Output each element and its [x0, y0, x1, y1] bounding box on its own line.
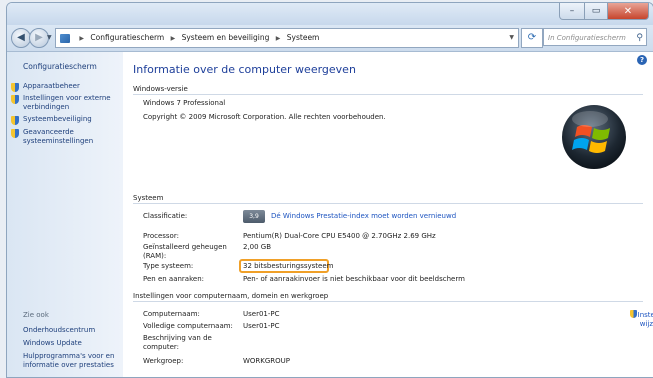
chevron-right-icon[interactable]: ▶ [276, 35, 281, 42]
sidebar-item-device-manager[interactable]: Apparaatbeheer [11, 82, 119, 92]
sidebar-link-performance-tools[interactable]: Hulpprogramma's voor en informatie over … [23, 352, 119, 370]
window-controls: – ▭ ✕ [559, 3, 649, 20]
shield-icon [11, 83, 19, 92]
pen-touch-label: Pen en aanraken: [143, 275, 204, 283]
breadcrumb-control-panel[interactable]: Configuratiescherm [90, 33, 164, 42]
refresh-button[interactable]: ⟳ [521, 28, 543, 48]
breadcrumb-system-security[interactable]: Systeem en beveiliging [182, 33, 270, 42]
edition-heading: Windows-versie [133, 85, 188, 93]
close-button[interactable]: ✕ [608, 3, 649, 20]
chevron-right-icon[interactable]: ▶ [79, 35, 84, 42]
computer-divider [133, 301, 643, 302]
system-window: – ▭ ✕ ◀ ▶ ▼ ▶ Configuratiescherm ▶ Syste… [6, 2, 653, 378]
help-icon[interactable]: ? [637, 55, 647, 65]
change-settings-label: Instellingen wijzigen [637, 311, 653, 328]
copyright-text: Copyright © 2009 Microsoft Corporation. … [143, 113, 386, 121]
change-settings-link[interactable]: Instellingen wijzigen [619, 310, 653, 329]
sidebar: Configuratiescherm Apparaatbeheer Instel… [7, 52, 123, 377]
sidebar-home-link[interactable]: Configuratiescherm [23, 62, 97, 71]
search-input[interactable]: In Configuratiescherm zoeken ⚲ [543, 28, 647, 60]
processor-label: Processor: [143, 232, 179, 240]
forward-button[interactable]: ▶ [29, 28, 49, 48]
sidebar-link-windows-update[interactable]: Windows Update [23, 339, 119, 348]
edition-name: Windows 7 Professional [143, 99, 226, 107]
shield-icon [11, 116, 19, 125]
processor-value: Pentium(R) Dual-Core CPU E5400 @ 2.70GHz… [243, 232, 436, 240]
performance-index-link[interactable]: Dé Windows Prestatie-index moet worden v… [271, 212, 456, 220]
memory-label: Geïnstalleerd geheugen (RAM): [143, 243, 227, 260]
pen-touch-value: Pen- of aanraakinvoer is niet beschikbaa… [243, 275, 465, 283]
shield-icon [11, 95, 19, 104]
main-content: ? Informatie over de computer weergeven … [123, 52, 653, 377]
system-type-label: Type systeem: [143, 262, 194, 270]
sidebar-item-label: Geavanceerde systeeminstellingen [23, 128, 94, 145]
sidebar-link-action-center[interactable]: Onderhoudscentrum [23, 326, 119, 335]
shield-icon [629, 310, 637, 318]
rating-label: Classificatie: [143, 212, 188, 220]
edition-divider [133, 94, 643, 95]
workgroup-label: Werkgroep: [143, 357, 184, 365]
shield-icon [11, 129, 19, 138]
chevron-right-icon[interactable]: ▶ [171, 35, 176, 42]
page-title: Informatie over de computer weergeven [133, 63, 356, 76]
full-computer-name-value: User01-PC [243, 322, 280, 330]
sidebar-item-remote-settings[interactable]: Instellingen voor externe verbindingen [11, 94, 119, 112]
maximize-button[interactable]: ▭ [585, 3, 608, 20]
address-dropdown-icon[interactable]: ▼ [509, 29, 514, 47]
sidebar-item-label: Instellingen voor externe verbindingen [23, 94, 111, 111]
sidebar-item-advanced-settings[interactable]: Geavanceerde systeeminstellingen [11, 128, 119, 146]
computer-name-value: User01-PC [243, 310, 280, 318]
performance-index-badge[interactable]: 3,9 [243, 210, 265, 223]
workgroup-value: WORKGROUP [243, 357, 291, 365]
search-icon[interactable]: ⚲ [636, 29, 643, 47]
computer-name-label: Computernaam: [143, 310, 200, 318]
sidebar-item-label: Systeembeveiliging [23, 115, 92, 123]
system-type-value: 32 bitsbesturingssysteem [243, 262, 334, 270]
memory-value: 2,00 GB [243, 243, 272, 251]
see-also-heading: Zie ook [23, 311, 49, 319]
control-panel-icon [60, 33, 70, 43]
system-divider [133, 203, 643, 204]
computer-description-label: Beschrijving van de computer: [143, 334, 212, 351]
sidebar-item-system-protection[interactable]: Systeembeveiliging [11, 115, 119, 125]
breadcrumb-system[interactable]: Systeem [287, 33, 320, 42]
sidebar-item-label: Apparaatbeheer [23, 82, 80, 90]
navigation-bar: ◀ ▶ ▼ ▶ Configuratiescherm ▶ Systeem en … [7, 25, 653, 60]
computer-name-heading: Instellingen voor computernaam, domein e… [133, 292, 329, 300]
address-bar[interactable]: ▶ Configuratiescherm ▶ Systeem en beveil… [55, 28, 519, 48]
back-button[interactable]: ◀ [11, 28, 31, 48]
title-bar: – ▭ ✕ [7, 3, 653, 25]
system-heading: Systeem [133, 194, 164, 202]
windows-logo [562, 105, 626, 169]
recent-pages-icon[interactable]: ▼ [47, 34, 52, 41]
minimize-button[interactable]: – [559, 3, 585, 20]
full-computer-name-label: Volledige computernaam: [143, 322, 233, 330]
